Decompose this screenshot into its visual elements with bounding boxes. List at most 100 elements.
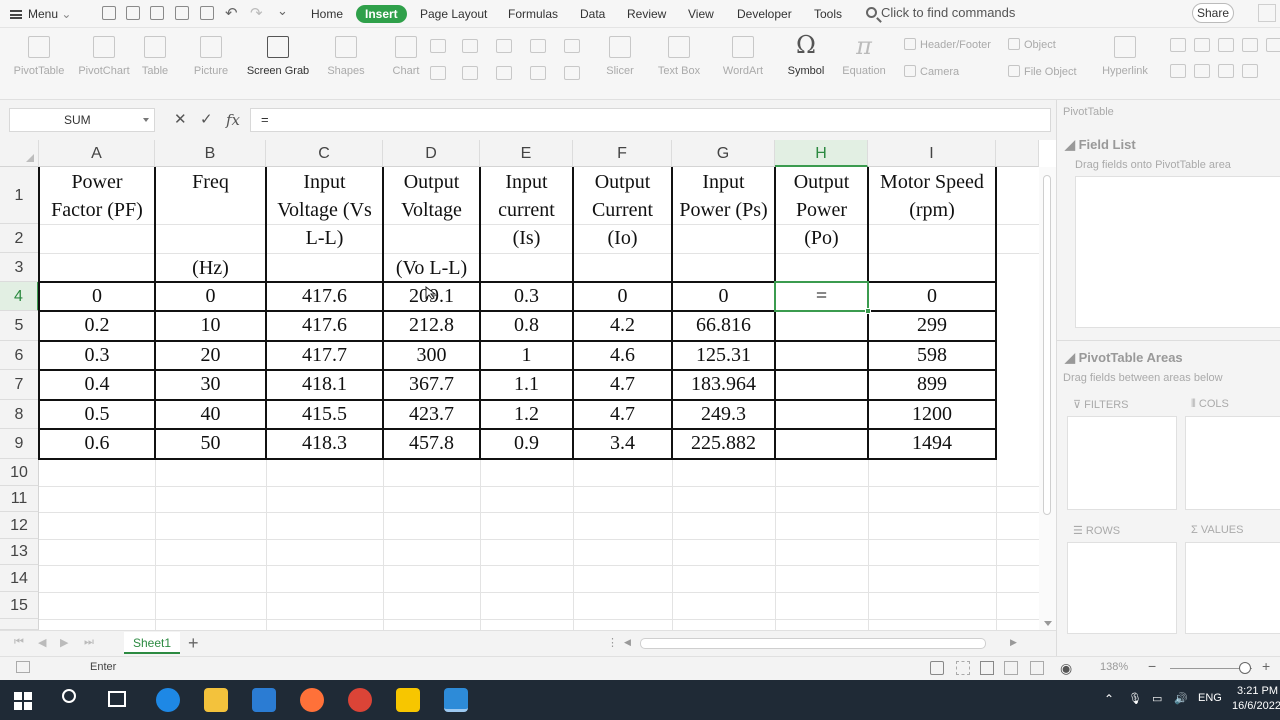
field-list-heading[interactable]: ◢ Field List (1065, 137, 1136, 153)
cell-d5[interactable]: 212.8 (383, 311, 480, 340)
zoom-level[interactable]: 138% (1100, 661, 1128, 673)
undo-icon[interactable]: ↶ (225, 4, 238, 22)
picture-button[interactable]: Picture (186, 28, 236, 100)
vertical-scrollbar[interactable] (1039, 167, 1056, 630)
pivotchart-button[interactable]: PivotChart (74, 28, 134, 100)
tab-formulas[interactable]: Formulas (506, 5, 560, 23)
cell-a4[interactable]: 0 (39, 282, 155, 311)
filters-drop-area[interactable] (1067, 416, 1177, 510)
field-list-box[interactable] (1075, 176, 1280, 328)
row-header-1[interactable]: 1 (0, 167, 39, 224)
eye-protection-icon[interactable]: ◉ (1060, 660, 1072, 677)
wps-spreadsheet-icon[interactable] (444, 688, 468, 712)
microphone-icon[interactable]: 🎙 (1128, 692, 1142, 705)
tab-review[interactable]: Review (625, 5, 668, 23)
add-sheet-icon[interactable]: + (188, 631, 199, 655)
firefox-icon[interactable] (300, 688, 324, 712)
save-icon[interactable] (126, 6, 140, 20)
line-chart-icon[interactable] (496, 66, 512, 80)
last-sheet-icon[interactable]: ⏭ (84, 636, 94, 649)
cell-c9[interactable]: 418.3 (266, 429, 383, 458)
active-cell-h4[interactable] (774, 281, 871, 314)
select-all-corner[interactable] (0, 140, 39, 167)
cell-a8[interactable]: 0.5 (39, 400, 155, 429)
row-header-14[interactable]: 14 (0, 565, 39, 592)
row-header-8[interactable]: 8 (0, 400, 39, 429)
edge-icon[interactable] (156, 688, 180, 712)
cell-a6[interactable]: 0.3 (39, 341, 155, 370)
cell-d6[interactable]: 300 (383, 341, 480, 370)
pivottable-button[interactable]: PivotTable (10, 28, 68, 100)
cell-b4[interactable]: 0 (155, 282, 266, 311)
column-header-a[interactable]: A (39, 140, 155, 167)
row-header-4[interactable]: 4 (0, 282, 39, 311)
volume-icon[interactable]: 🔊 (1174, 692, 1188, 705)
cancel-icon[interactable]: ✕ (174, 110, 187, 130)
cell-e4[interactable]: 0.3 (480, 282, 573, 311)
cell-e8[interactable]: 1.2 (480, 400, 573, 429)
print-preview-icon[interactable] (200, 6, 214, 20)
fullscreen-icon[interactable] (956, 661, 970, 675)
chrome-icon[interactable] (348, 688, 372, 712)
page-break-icon[interactable] (1004, 661, 1018, 675)
wordart-button[interactable]: WordArt (716, 28, 770, 100)
input-language[interactable]: ENG (1198, 692, 1222, 704)
row-header-15[interactable]: 15 (0, 592, 39, 619)
column-chart-icon[interactable] (430, 66, 446, 80)
cell-d9[interactable]: 457.8 (383, 429, 480, 458)
more-controls-icon[interactable] (1266, 38, 1280, 52)
cell-i8[interactable]: 1200 (868, 400, 996, 429)
column-header-i[interactable]: I (868, 140, 996, 167)
cell-g8[interactable]: 249.3 (672, 400, 775, 429)
zoom-in-icon[interactable]: + (1262, 658, 1270, 674)
battery-icon[interactable]: ▭ (1152, 692, 1162, 705)
frame-icon[interactable] (1194, 38, 1210, 52)
menu-button[interactable]: Menu ⌄ (10, 4, 71, 24)
cell-h6[interactable] (775, 341, 868, 370)
text-align-icon[interactable] (1170, 38, 1186, 52)
spreadsheet-grid[interactable]: A B C D E F G H I 1 2 3 4 5 6 7 8 9 10 1… (0, 140, 1056, 630)
search-icon[interactable] (62, 689, 76, 703)
row-header-16[interactable] (0, 619, 39, 630)
zoom-slider-handle[interactable] (1239, 662, 1251, 674)
confirm-icon[interactable]: ✓ (200, 110, 213, 130)
row-header-2[interactable]: 2 (0, 224, 39, 253)
cell-i7[interactable]: 899 (868, 370, 996, 399)
header-footer-button[interactable]: Header/Footer (904, 38, 991, 51)
cell-a7[interactable]: 0.4 (39, 370, 155, 399)
values-drop-area[interactable] (1185, 542, 1280, 634)
windows-start-icon[interactable] (14, 692, 32, 710)
cell-b6[interactable]: 20 (155, 341, 266, 370)
symbol-button[interactable]: Ω Symbol (780, 28, 832, 100)
macro-record-icon[interactable] (16, 661, 30, 673)
print-icon[interactable] (175, 6, 189, 20)
cell-a9[interactable]: 0.6 (39, 429, 155, 458)
cell-c5[interactable]: 417.6 (266, 311, 383, 340)
task-view-icon[interactable] (108, 691, 126, 707)
row-header-13[interactable]: 13 (0, 539, 39, 565)
scatter-icon[interactable] (496, 39, 512, 53)
checkbox-control-icon[interactable] (1242, 38, 1258, 52)
cols-drop-area[interactable] (1185, 416, 1280, 510)
stat-chart-icon[interactable] (462, 39, 478, 53)
tab-page-layout[interactable]: Page Layout (418, 5, 489, 23)
row-header-11[interactable]: 11 (0, 486, 39, 512)
cell-i9[interactable]: 1494 (868, 429, 996, 458)
cell-c8[interactable]: 415.5 (266, 400, 383, 429)
cell-c7[interactable]: 418.1 (266, 370, 383, 399)
share-button[interactable]: Share (1192, 3, 1234, 23)
file-object-button[interactable]: File Object (1008, 65, 1077, 78)
pivot-areas-heading[interactable]: ◢ PivotTable Areas (1065, 350, 1183, 366)
sheet-tab-sheet1[interactable]: Sheet1 (124, 632, 180, 654)
cell-f4[interactable]: 0 (573, 282, 672, 311)
rows-drop-area[interactable] (1067, 542, 1177, 634)
chart-button[interactable]: Chart (388, 28, 424, 100)
column-header-e[interactable]: E (480, 140, 573, 167)
cell-f6[interactable]: 4.6 (573, 341, 672, 370)
tab-insert[interactable]: Insert (356, 5, 407, 23)
cell-a5[interactable]: 0.2 (39, 311, 155, 340)
prev-sheet-icon[interactable]: ◀ (38, 636, 46, 649)
formula-input[interactable]: = (250, 108, 1051, 132)
pane-title[interactable]: PivotTable (1063, 106, 1114, 118)
row-header-9[interactable]: 9 (0, 429, 39, 459)
